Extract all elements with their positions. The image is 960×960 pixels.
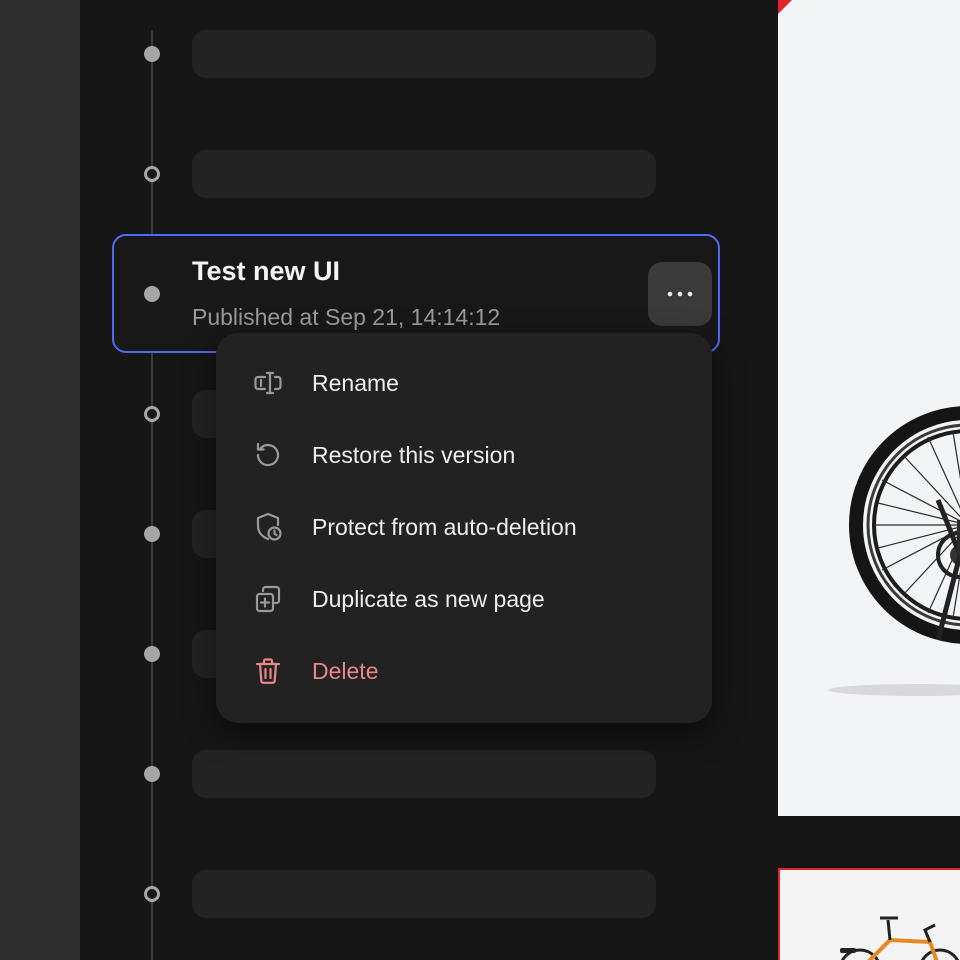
duplicate-icon [250,581,286,617]
restore-icon [250,437,286,473]
timeline-dot [144,646,160,662]
version-row-placeholder[interactable] [192,870,656,918]
version-row-placeholder[interactable] [192,750,656,798]
menu-item-label: Delete [312,657,379,684]
page-thumbnail[interactable] [778,868,960,960]
more-horizontal-icon [667,291,693,297]
version-published-time: Published at Sep 21, 14:14:12 [192,304,501,330]
timeline-dot [144,886,160,902]
timeline-dot [144,766,160,782]
timeline-dot [144,406,160,422]
page-preview [778,0,960,816]
timeline-dot [144,46,160,62]
timeline-dot [144,526,160,542]
menu-item-duplicate-page[interactable]: Duplicate as new page [216,563,712,635]
menu-item-label: Rename [312,369,399,396]
version-row-placeholder[interactable] [192,150,656,198]
bike-image [828,406,960,696]
menu-item-label: Protect from auto-deletion [312,513,577,540]
timeline-dot [144,166,160,182]
rename-icon [250,365,286,401]
bike-thumbnail-image [840,916,960,960]
menu-item-label: Duplicate as new page [312,585,545,612]
version-title: Test new UI [192,256,341,286]
more-options-button[interactable] [648,262,712,326]
version-row-placeholder[interactable] [192,30,656,78]
shield-clock-icon [250,509,286,545]
menu-item-restore-version[interactable]: Restore this version [216,419,712,491]
timeline-dot-selected [144,286,160,302]
brand-corner-accent [778,0,792,14]
menu-item-rename[interactable]: Rename [216,347,712,419]
app-stage: Test new UI Published at Sep 21, 14:14:1… [0,0,960,960]
menu-item-delete[interactable]: Delete [216,635,712,707]
left-rail [0,0,80,960]
version-context-menu: Rename Restore this version Protect from… [216,333,712,723]
trash-icon [250,653,286,689]
menu-item-label: Restore this version [312,441,516,468]
menu-item-protect-auto-deletion[interactable]: Protect from auto-deletion [216,491,712,563]
